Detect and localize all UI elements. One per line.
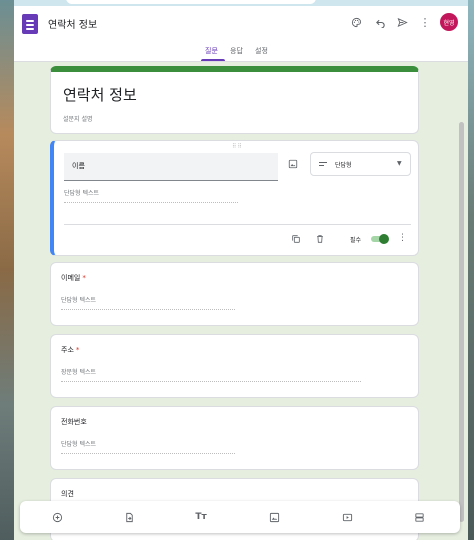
drag-handle-icon[interactable]: ⠿⠿ [232,143,243,150]
forms-app-icon[interactable] [22,14,38,34]
required-asterisk: * [82,274,86,282]
add-image-icon[interactable] [286,157,300,171]
question-title-input[interactable]: 이름 [64,153,278,181]
document-title[interactable]: 연락처 정보 [48,16,97,31]
answer-placeholder: 장문형 텍스트 [61,367,361,382]
tab-questions[interactable]: 질문 [205,46,218,56]
form-description[interactable]: 설문지 설명 [63,114,93,123]
background-photo-right [468,0,474,540]
undo-icon[interactable] [372,14,388,30]
question-more-icon[interactable]: ⋮ [398,233,407,243]
question-type-select[interactable]: 단답형 ▼ [310,152,411,176]
form-title[interactable]: 연락처 정보 [63,84,137,105]
palette-icon[interactable] [348,14,364,30]
form-title-card[interactable]: 연락처 정보 설문지 설명 [50,66,419,134]
required-toggle[interactable] [371,234,389,244]
more-vert-icon[interactable]: ⋮ [417,14,433,30]
question-title: 이메일 * [61,274,86,282]
question-card-address[interactable]: 주소 * 장문형 텍스트 [50,334,419,398]
duplicate-icon[interactable] [290,233,302,245]
add-image-icon[interactable] [267,510,281,524]
avatar[interactable]: 현영 [440,13,458,31]
required-label: 필수 [350,237,362,244]
add-title-icon[interactable]: Tт [194,510,208,524]
active-question-card[interactable]: ⠿⠿ 이름 단답형 ▼ 단답형 텍스트 필수 ⋮ [50,140,419,256]
add-video-icon[interactable] [340,510,354,524]
question-title: 주소 * [61,346,80,354]
send-icon[interactable] [394,14,410,30]
active-tab-indicator [201,59,225,61]
import-questions-icon[interactable] [122,510,136,524]
bottom-toolbar: Tт [20,501,460,533]
form-content: 연락처 정보 설문지 설명 ⠿⠿ 이름 단답형 ▼ 단답형 텍스트 필수 ⋮ 이… [50,62,419,540]
answer-placeholder: 단답형 텍스트 [61,295,235,310]
answer-placeholder: 단답형 텍스트 [61,439,235,454]
question-title: 의견 [61,490,74,498]
required-asterisk: * [75,346,80,354]
tab-responses[interactable]: 응답 [230,46,243,56]
delete-icon[interactable] [314,233,326,245]
question-title-text: 이름 [72,162,85,170]
add-section-icon[interactable] [412,510,426,524]
add-question-icon[interactable] [50,510,64,524]
question-title: 전화번호 [61,418,87,426]
form-tabs: 질문 응답 설정 [14,44,468,62]
tab-settings[interactable]: 설정 [255,46,268,56]
question-card-email[interactable]: 이메일 * 단답형 텍스트 [50,262,419,326]
forms-window: 연락처 정보 ⋮ 현영 질문 응답 설정 연락처 정보 설문지 설명 ⠿⠿ 이름… [14,0,468,540]
scrollbar[interactable] [458,62,466,540]
app-header: 연락처 정보 ⋮ 현영 질문 응답 설정 [14,6,468,62]
background-photo-left [0,0,14,540]
dropdown-caret-icon: ▼ [397,160,402,167]
short-answer-icon [319,162,327,168]
answer-placeholder: 단답형 텍스트 [64,188,238,203]
question-card-phone[interactable]: 전화번호 단답형 텍스트 [50,406,419,470]
card-divider [64,224,411,225]
question-type-label: 단답형 [335,162,352,169]
